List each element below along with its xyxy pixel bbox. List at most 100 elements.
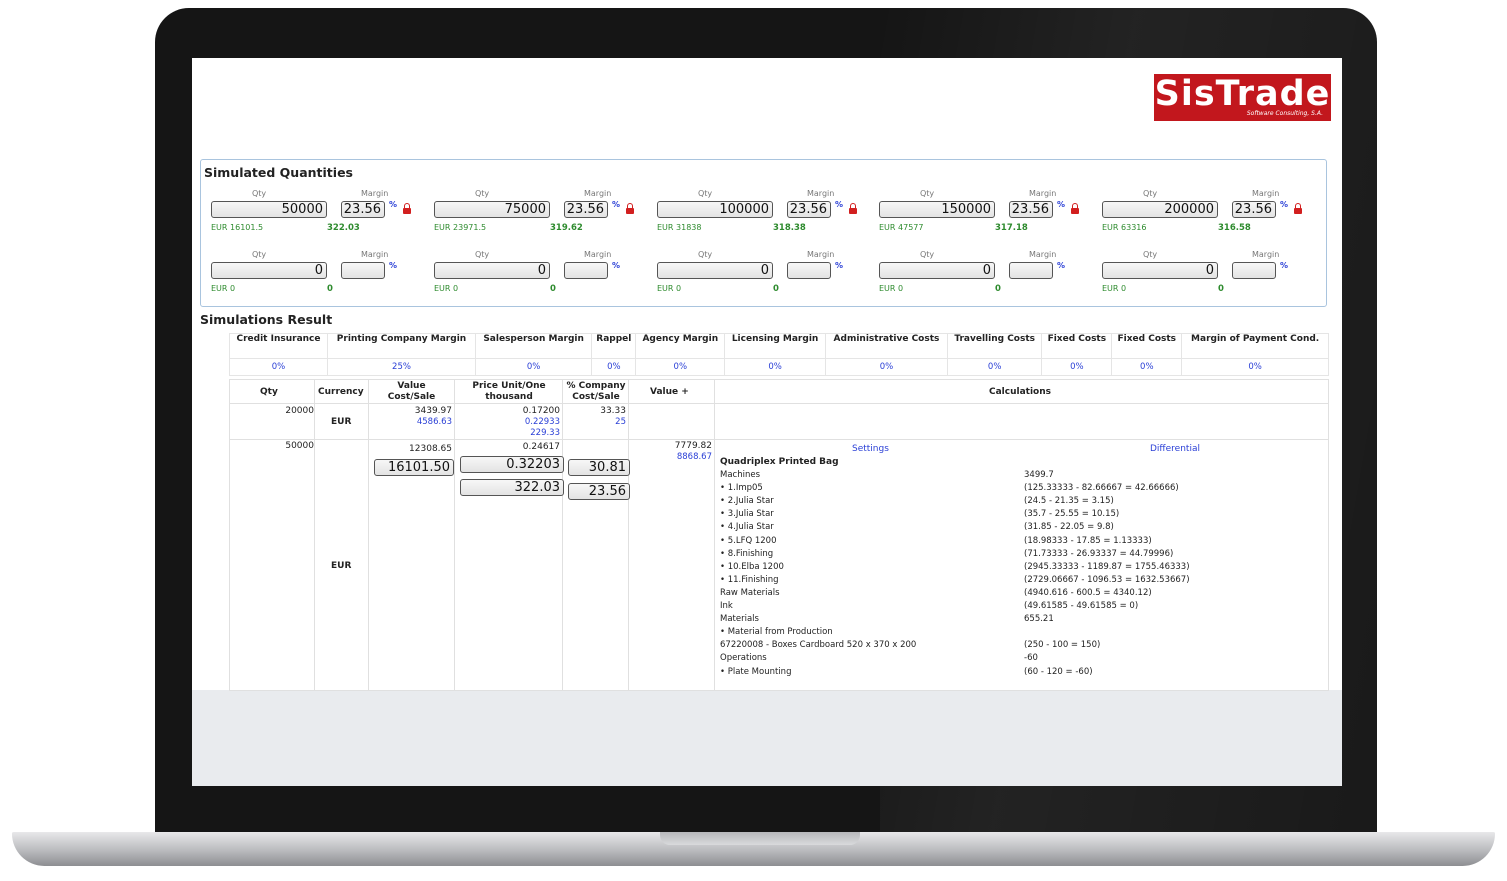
param-header: Fixed Costs bbox=[1041, 333, 1113, 359]
calc-value: (125.33333 - 82.66667 = 42.66666) bbox=[1024, 483, 1179, 494]
param-value[interactable]: 0% bbox=[724, 358, 826, 376]
r2-qty: 50000 bbox=[285, 441, 314, 451]
margin-value: 0 bbox=[995, 284, 1001, 294]
company-sale-input[interactable]: 23.56 bbox=[568, 483, 630, 500]
calc-label-text: Plate Mounting bbox=[727, 666, 792, 677]
param-header: Travelling Costs bbox=[946, 333, 1043, 359]
lock-icon[interactable] bbox=[403, 203, 411, 214]
qty-input[interactable]: 0 bbox=[879, 262, 995, 279]
r1-company2: 25 bbox=[615, 417, 626, 427]
calc-label: • 5.LFQ 1200 bbox=[720, 536, 776, 546]
differential-link[interactable]: Differential bbox=[1150, 444, 1200, 454]
param-value[interactable]: 0% bbox=[474, 358, 593, 376]
calc-label: • 10.Elba 1200 bbox=[720, 562, 784, 572]
margin-input[interactable] bbox=[1009, 262, 1053, 279]
margin-label: Margin bbox=[1029, 189, 1057, 198]
calc-label-text: 1.Imp05 bbox=[727, 483, 763, 494]
param-value[interactable]: 25% bbox=[327, 358, 476, 376]
param-header: Printing Company Margin bbox=[327, 333, 476, 359]
lock-icon[interactable] bbox=[626, 203, 634, 214]
qty-label: Qty bbox=[475, 189, 490, 198]
r1-value-cost: 3439.97 bbox=[414, 406, 452, 416]
margin-value: 316.58 bbox=[1218, 223, 1251, 233]
calc-label: • 2.Julia Star bbox=[720, 496, 774, 506]
bullet-icon: • bbox=[720, 627, 728, 638]
param-header: Licensing Margin bbox=[724, 333, 826, 359]
company-cost-input[interactable]: 30.81 bbox=[568, 459, 630, 476]
param-value[interactable]: 0% bbox=[1041, 358, 1113, 376]
calc-label: Materials bbox=[720, 614, 759, 624]
margin-input[interactable] bbox=[341, 262, 385, 279]
bullet-icon: • bbox=[720, 522, 728, 533]
product-name: Quadriplex Printed Bag bbox=[720, 457, 839, 467]
qty-input[interactable]: 0 bbox=[657, 262, 773, 279]
margin-input[interactable]: 23.56 bbox=[341, 201, 385, 218]
margin-input[interactable] bbox=[564, 262, 608, 279]
margin-label: Margin bbox=[807, 189, 835, 198]
margin-input[interactable]: 23.56 bbox=[1232, 201, 1276, 218]
margin-value: 322.03 bbox=[327, 223, 360, 233]
calc-value: (24.5 - 21.35 = 3.15) bbox=[1024, 496, 1114, 507]
settings-link[interactable]: Settings bbox=[852, 444, 889, 454]
margin-input[interactable]: 23.56 bbox=[564, 201, 608, 218]
margin-value: 0 bbox=[327, 284, 333, 294]
param-value[interactable]: 0% bbox=[635, 358, 726, 376]
qty-label: Qty bbox=[1143, 189, 1158, 198]
param-value[interactable]: 0% bbox=[1181, 358, 1329, 376]
calc-label-text: Materials bbox=[720, 614, 759, 625]
price-unit-input[interactable]: 0.32203 bbox=[460, 456, 564, 473]
calc-label: • Material from Production bbox=[720, 627, 833, 637]
price-thousand-input[interactable]: 322.03 bbox=[460, 479, 564, 496]
r1-company1: 33.33 bbox=[600, 406, 626, 416]
value-sale-input[interactable]: 16101.50 bbox=[374, 459, 454, 476]
param-value[interactable]: 0% bbox=[824, 358, 949, 376]
qty-input[interactable]: 0 bbox=[434, 262, 550, 279]
percent-sign: % bbox=[389, 261, 398, 270]
bullet-icon: • bbox=[720, 666, 728, 677]
eur-total: EUR 0 bbox=[434, 284, 459, 293]
margin-input[interactable]: 23.56 bbox=[787, 201, 831, 218]
lock-icon[interactable] bbox=[1071, 203, 1079, 214]
r2-valueplus2: 8868.67 bbox=[676, 452, 712, 462]
param-header: Credit Insurance bbox=[229, 333, 328, 359]
lock-icon[interactable] bbox=[849, 203, 857, 214]
eur-total: EUR 63316 bbox=[1102, 223, 1147, 232]
qty-label: Qty bbox=[698, 250, 713, 259]
margin-input[interactable] bbox=[787, 262, 831, 279]
qty-label: Qty bbox=[698, 189, 713, 198]
app-screen: SisTrade Software Consulting, S.A. Simul… bbox=[192, 58, 1342, 786]
simulated-quantities-title: Simulated Quantities bbox=[204, 165, 353, 180]
quantity-group: Qty Margin 75000 23.56% EUR 23971.5 319.62 bbox=[427, 189, 649, 251]
calc-label-text: 4.Julia Star bbox=[727, 522, 774, 533]
quantity-group: Qty Margin 0% EUR 0 0 bbox=[427, 250, 649, 312]
qty-input[interactable]: 150000 bbox=[879, 201, 995, 218]
param-value[interactable]: 0% bbox=[946, 358, 1043, 376]
calc-value: (60 - 120 = -60) bbox=[1024, 666, 1093, 677]
qty-input[interactable]: 50000 bbox=[211, 201, 327, 218]
qty-input[interactable]: 200000 bbox=[1102, 201, 1218, 218]
param-value[interactable]: 0% bbox=[591, 358, 637, 376]
margin-input[interactable]: 23.56 bbox=[1009, 201, 1053, 218]
calc-label-text: 3.Julia Star bbox=[727, 509, 774, 520]
qty-input[interactable]: 100000 bbox=[657, 201, 773, 218]
quantity-group: Qty Margin 50000 23.56% EUR 16101.5 322.03 bbox=[204, 189, 426, 251]
lock-icon[interactable] bbox=[1294, 203, 1302, 214]
calc-label: Machines bbox=[720, 470, 760, 480]
param-header: Fixed Costs bbox=[1111, 333, 1183, 359]
margin-input[interactable] bbox=[1232, 262, 1276, 279]
qty-input[interactable]: 75000 bbox=[434, 201, 550, 218]
param-value[interactable]: 0% bbox=[229, 358, 328, 376]
param-value[interactable]: 0% bbox=[1111, 358, 1183, 376]
calc-value: (49.61585 - 49.61585 = 0) bbox=[1024, 601, 1139, 611]
eur-total: EUR 0 bbox=[657, 284, 682, 293]
percent-sign: % bbox=[612, 200, 621, 209]
calc-value: 655.21 bbox=[1024, 614, 1054, 625]
calc-label-text: Machines bbox=[720, 470, 761, 480]
qty-input[interactable]: 0 bbox=[211, 262, 327, 279]
bullet-icon: • bbox=[720, 535, 728, 546]
qty-input[interactable]: 0 bbox=[1102, 262, 1218, 279]
calc-value: (35.7 - 25.55 = 10.15) bbox=[1024, 509, 1120, 520]
eur-total: EUR 0 bbox=[879, 284, 904, 293]
laptop-notch bbox=[660, 832, 860, 845]
calc-label-text: Material from Production bbox=[727, 627, 833, 638]
